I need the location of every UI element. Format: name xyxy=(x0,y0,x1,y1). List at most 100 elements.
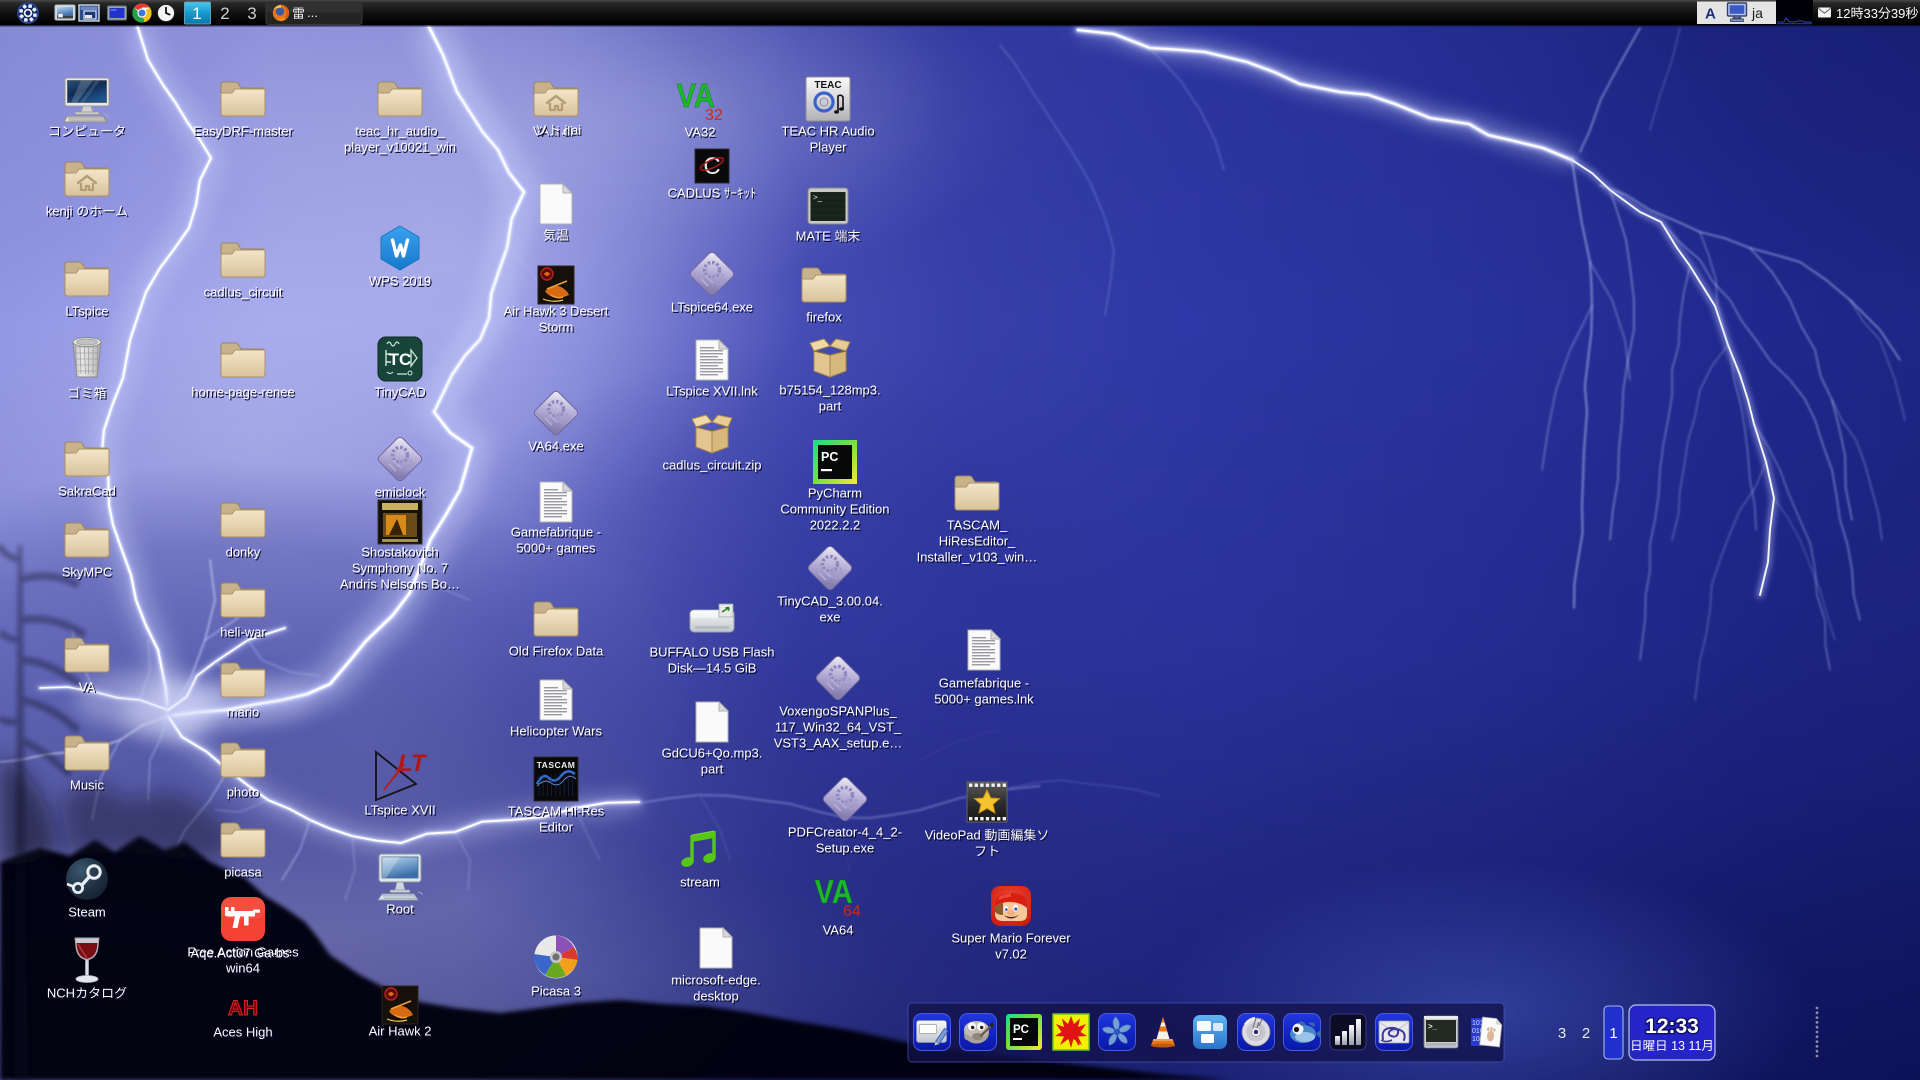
svg-text:SakraCad: SakraCad xyxy=(58,484,116,499)
svg-text:Super Mario Forever: Super Mario Forever xyxy=(951,931,1071,946)
svg-text:SkyMPC: SkyMPC xyxy=(62,565,113,580)
svg-text:12:33: 12:33 xyxy=(1645,1015,1699,1038)
svg-text:A: A xyxy=(1705,6,1716,23)
svg-text:Shostakovich: Shostakovich xyxy=(361,545,438,560)
svg-text:EasyDRF-master: EasyDRF-master xyxy=(193,124,293,139)
svg-text:Music: Music xyxy=(70,778,104,793)
svg-text:Community Edition: Community Edition xyxy=(780,502,889,517)
svg-text:stream: stream xyxy=(680,875,720,890)
svg-text:1: 1 xyxy=(1609,1025,1617,1042)
svg-text:Disk—14.5 GiB: Disk—14.5 GiB xyxy=(668,661,757,676)
svg-text:TASCAM Hi-Res: TASCAM Hi-Res xyxy=(508,804,605,819)
svg-text:mario: mario xyxy=(227,705,260,720)
svg-text:TEAC HR Audio: TEAC HR Audio xyxy=(781,124,874,139)
svg-text:v7.02: v7.02 xyxy=(995,947,1027,962)
svg-text:Gamefabrique -: Gamefabrique - xyxy=(511,525,601,540)
svg-text:TASCAM_: TASCAM_ xyxy=(947,518,1008,533)
svg-text:5000+ games: 5000+ games xyxy=(516,541,596,556)
svg-text:VST3_AAX_setup.e…: VST3_AAX_setup.e… xyxy=(774,736,903,751)
svg-text:Air Hawk 2: Air Hawk 2 xyxy=(369,1024,432,1039)
svg-text:...: ... xyxy=(307,5,318,20)
svg-text:Andris Nelsons Bo…: Andris Nelsons Bo… xyxy=(340,577,460,592)
svg-text:HiResEditor_: HiResEditor_ xyxy=(939,534,1016,549)
svg-text:TinyCAD: TinyCAD xyxy=(374,385,426,400)
svg-text:117_Win32_64_VST_: 117_Win32_64_VST_ xyxy=(775,720,902,735)
svg-text:39: 39 xyxy=(1891,6,1905,21)
svg-text:1: 1 xyxy=(192,4,201,23)
svg-text:LTspice XVII.lnk: LTspice XVII.lnk xyxy=(666,384,758,399)
svg-text:VideoPad: VideoPad xyxy=(925,828,985,843)
svg-text:VA32: VA32 xyxy=(685,125,716,140)
svg-text:MATE: MATE xyxy=(796,229,835,244)
svg-text:PDFCreator-4_4_2-: PDFCreator-4_4_2- xyxy=(788,825,902,840)
svg-text:.i ai: .i ai xyxy=(561,123,581,138)
svg-text:b75154_128mp3.: b75154_128mp3. xyxy=(779,383,880,398)
svg-text:NCH: NCH xyxy=(47,986,75,1001)
svg-text:Old Firefox Data: Old Firefox Data xyxy=(509,644,604,659)
svg-text:TASCAM: TASCAM xyxy=(537,760,576,770)
svg-text:teac_hr_audio_: teac_hr_audio_ xyxy=(355,124,445,139)
svg-text:PyCharm: PyCharm xyxy=(808,486,862,501)
svg-text:>_: >_ xyxy=(1428,1022,1438,1031)
svg-text:firefox: firefox xyxy=(806,310,842,325)
svg-text:LTspice XVII: LTspice XVII xyxy=(364,803,435,818)
svg-text:PC: PC xyxy=(821,450,838,464)
svg-text:12: 12 xyxy=(1836,6,1850,21)
svg-text:emiclock: emiclock xyxy=(375,485,426,500)
svg-text:32: 32 xyxy=(705,107,723,124)
svg-text:part: part xyxy=(701,762,724,777)
svg-text:cadlus_circuit: cadlus_circuit xyxy=(204,285,283,300)
svg-text:Air Hawk 3 Desert: Air Hawk 3 Desert xyxy=(504,304,609,319)
svg-text:CADLUS: CADLUS xyxy=(668,186,724,201)
svg-text:AH: AH xyxy=(228,997,258,1020)
svg-text:Steam: Steam xyxy=(68,905,106,920)
svg-text:win64: win64 xyxy=(225,961,260,976)
svg-text:3: 3 xyxy=(1558,1025,1566,1042)
svg-text:photo: photo xyxy=(227,785,260,800)
svg-text:PC: PC xyxy=(1013,1024,1029,1036)
svg-text:picasa: picasa xyxy=(224,865,262,880)
svg-text:TinyCAD_3.00.04.: TinyCAD_3.00.04. xyxy=(777,594,883,609)
svg-text:Storm: Storm xyxy=(539,320,574,335)
svg-text:Aqe.Act07 Ga-bs: Aqe.Act07 Ga-bs xyxy=(191,946,290,961)
svg-text:Editor: Editor xyxy=(539,820,574,835)
svg-text:Player: Player xyxy=(810,140,848,155)
svg-text:Gamefabrique -: Gamefabrique - xyxy=(939,676,1029,691)
svg-text:heli-war: heli-war xyxy=(220,625,266,640)
svg-text:2: 2 xyxy=(220,4,229,23)
svg-text:13 11: 13 11 xyxy=(1668,1039,1702,1053)
svg-text:VA64: VA64 xyxy=(823,923,854,938)
svg-text:microsoft-edge.: microsoft-edge. xyxy=(671,973,761,988)
svg-text:desktop: desktop xyxy=(693,989,739,1004)
svg-text:VA64.exe: VA64.exe xyxy=(528,439,583,454)
svg-text:33: 33 xyxy=(1864,6,1878,21)
svg-text:ja: ja xyxy=(1751,5,1763,21)
svg-text:Installer_v103_win…: Installer_v103_win… xyxy=(917,550,1038,565)
svg-text:VoxengoSPANPlus_: VoxengoSPANPlus_ xyxy=(779,704,897,719)
svg-text:VA: VA xyxy=(79,680,96,695)
svg-text:exe: exe xyxy=(820,610,841,625)
svg-text:player_v10021_win: player_v10021_win xyxy=(344,140,456,155)
svg-text:3: 3 xyxy=(247,4,256,23)
svg-text:2022.2.2: 2022.2.2 xyxy=(810,518,861,533)
svg-text:Picasa 3: Picasa 3 xyxy=(531,984,581,999)
svg-text:GdCU6+Qo.mp3.: GdCU6+Qo.mp3. xyxy=(662,746,763,761)
svg-text:TEAC: TEAC xyxy=(814,80,841,91)
svg-text:>_: >_ xyxy=(813,193,823,202)
svg-text:TC: TC xyxy=(389,350,412,369)
svg-text:Setup.exe: Setup.exe xyxy=(816,841,875,856)
svg-text:5000+ games.lnk: 5000+ games.lnk xyxy=(934,692,1034,707)
svg-text:Root: Root xyxy=(386,902,414,917)
svg-text:part: part xyxy=(819,399,842,414)
svg-text:donky: donky xyxy=(226,545,261,560)
svg-text:Helicopter Wars: Helicopter Wars xyxy=(510,724,602,739)
svg-text:Aces High: Aces High xyxy=(213,1025,272,1040)
svg-text:64: 64 xyxy=(843,903,861,920)
svg-text:LT: LT xyxy=(398,750,428,777)
svg-text:2: 2 xyxy=(1582,1025,1590,1042)
svg-text:Symphony No. 7: Symphony No. 7 xyxy=(352,561,448,576)
svg-text:home-page-renee: home-page-renee xyxy=(191,385,294,400)
svg-text:LTspice64.exe: LTspice64.exe xyxy=(671,300,753,315)
svg-text:C: C xyxy=(703,153,720,180)
svg-text:WPS 2019: WPS 2019 xyxy=(369,274,431,289)
